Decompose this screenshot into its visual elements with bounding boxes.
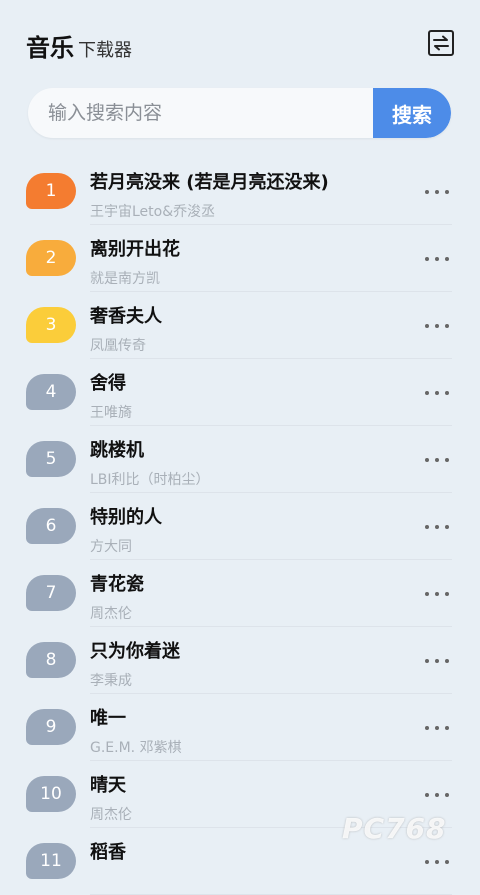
song-row[interactable]: 4 舍得王唯旖 — [0, 359, 480, 426]
rank-badge: 7 — [26, 575, 76, 611]
more-options-icon[interactable] — [425, 590, 449, 598]
app-subtitle: 下载器 — [78, 40, 132, 61]
song-row[interactable]: 7 青花瓷周杰伦 — [0, 560, 480, 627]
swap-icon[interactable] — [428, 30, 454, 56]
swap-arrows-icon — [433, 35, 449, 51]
song-list: 1 若月亮没来 (若是月亮还没来) 王宇宙Leto&乔浚丞 2 离别开出花就是南方凯 3 奢… — [0, 158, 480, 895]
song-row[interactable]: 9 唯一 G.E.M. 邓紫棋 — [0, 694, 480, 761]
song-title: 奢香夫人 — [90, 306, 162, 327]
rank-badge: 11 — [26, 843, 76, 879]
more-options-icon[interactable] — [425, 389, 449, 397]
more-options-icon[interactable] — [425, 188, 449, 196]
song-title: 青花瓷 — [90, 574, 144, 595]
more-options-icon[interactable] — [425, 255, 449, 263]
rank-badge: 1 — [26, 173, 76, 209]
app-title: 音乐 — [26, 34, 74, 62]
song-title: 若月亮没来 (若是月亮还没来) — [90, 172, 329, 193]
more-options-icon[interactable] — [425, 858, 449, 866]
song-row[interactable]: 1 若月亮没来 (若是月亮还没来) 王宇宙Leto&乔浚丞 — [0, 158, 480, 225]
more-options-icon[interactable] — [425, 657, 449, 665]
song-row[interactable]: 2 离别开出花就是南方凯 — [0, 225, 480, 292]
song-row[interactable]: 6 特别的人方大同 — [0, 493, 480, 560]
header: 音乐 下载器 — [26, 28, 132, 63]
song-artist: 王唯旖 — [90, 405, 132, 421]
more-options-icon[interactable] — [425, 456, 449, 464]
rank-badge: 6 — [26, 508, 76, 544]
song-artist: G.E.M. 邓紫棋 — [90, 740, 182, 756]
watermark-logo: PC768 — [342, 812, 447, 845]
more-options-icon[interactable] — [425, 523, 449, 531]
rank-badge: 8 — [26, 642, 76, 678]
more-options-icon[interactable] — [425, 322, 449, 330]
rank-badge: 9 — [26, 709, 76, 745]
song-artist: 方大同 — [90, 539, 132, 555]
song-title: 舍得 — [90, 373, 126, 394]
song-row[interactable]: 5 跳楼机 LBI利比（时柏尘） — [0, 426, 480, 493]
search-input[interactable] — [28, 88, 373, 138]
rank-badge: 5 — [26, 441, 76, 477]
rank-badge: 10 — [26, 776, 76, 812]
song-artist: 凤凰传奇 — [90, 338, 146, 354]
song-title: 晴天 — [90, 775, 126, 796]
rank-badge: 2 — [26, 240, 76, 276]
search-bar: 搜索 — [28, 88, 451, 138]
song-artist: 王宇宙Leto&乔浚丞 — [90, 204, 216, 220]
song-title: 唯一 — [90, 708, 126, 729]
song-row[interactable]: 8 只为你着迷李秉成 — [0, 627, 480, 694]
song-artist: LBI利比（时柏尘） — [90, 472, 210, 488]
rank-badge: 4 — [26, 374, 76, 410]
more-options-icon[interactable] — [425, 791, 449, 799]
search-button[interactable]: 搜索 — [373, 88, 451, 138]
rank-badge: 3 — [26, 307, 76, 343]
more-options-icon[interactable] — [425, 724, 449, 732]
song-title: 离别开出花 — [90, 239, 180, 260]
song-artist: 周杰伦 — [90, 606, 132, 622]
song-row[interactable]: 3 奢香夫人凤凰传奇 — [0, 292, 480, 359]
song-title: 特别的人 — [90, 507, 162, 528]
song-title: 只为你着迷 — [90, 641, 180, 662]
song-artist: 周杰伦 — [90, 807, 132, 823]
song-artist: 就是南方凯 — [90, 271, 160, 287]
song-title: 稻香 — [90, 842, 126, 863]
song-title: 跳楼机 — [90, 440, 144, 461]
song-artist: 李秉成 — [90, 673, 132, 689]
